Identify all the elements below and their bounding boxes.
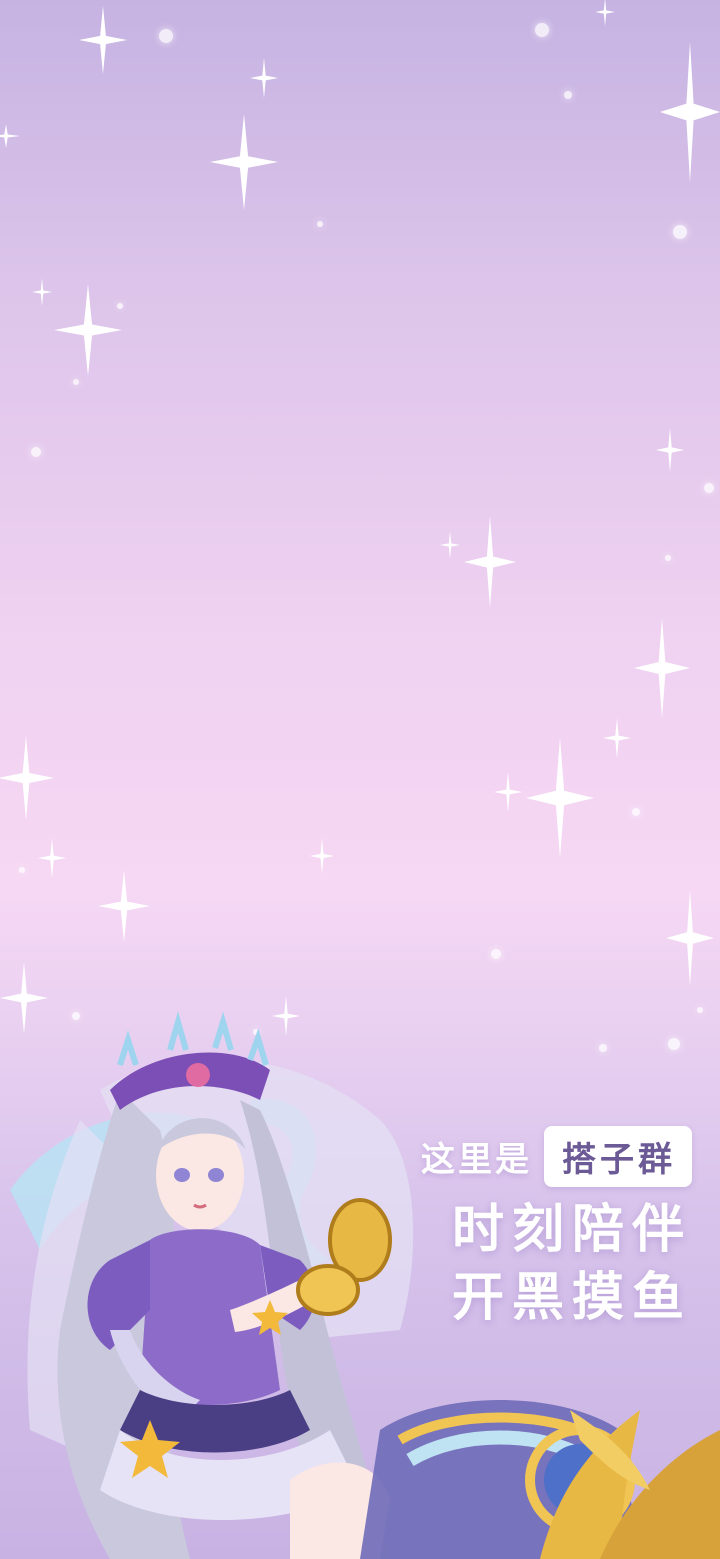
slogan: 这里是 搭子群 时刻陪伴 开黑摸鱼 xyxy=(332,1118,692,1328)
slogan-first-line: 这里是 搭子群 xyxy=(332,1118,692,1194)
sparkle-icon xyxy=(0,0,720,1036)
slogan-line-2: 时刻陪伴 xyxy=(451,1200,692,1260)
slogan-intro: 这里是 xyxy=(421,1139,532,1180)
dot-icon xyxy=(19,23,714,1052)
slogan-line-3: 开黑摸鱼 xyxy=(451,1268,692,1328)
slogan-highlight-badge: 搭子群 xyxy=(544,1125,692,1187)
wallpaper: 这里是 搭子群 时刻陪伴 开黑摸鱼 xyxy=(0,0,720,1559)
